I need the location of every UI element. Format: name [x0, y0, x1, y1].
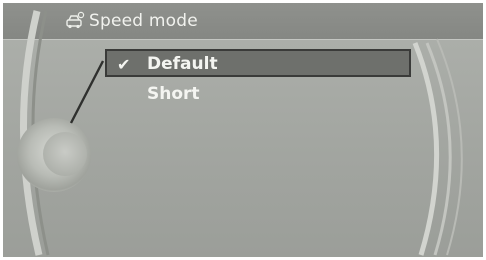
checkmark-icon: ✔	[117, 55, 131, 74]
menu-item-label: Default	[147, 54, 218, 74]
idrive-screen: Speed mode ✔ Default Short	[3, 3, 483, 257]
selection-connector-line	[69, 60, 105, 124]
menu-item-default[interactable]: ✔ Default	[105, 49, 411, 77]
menu-item-label: Short	[147, 84, 200, 104]
menu-item-short[interactable]: Short	[105, 80, 411, 108]
